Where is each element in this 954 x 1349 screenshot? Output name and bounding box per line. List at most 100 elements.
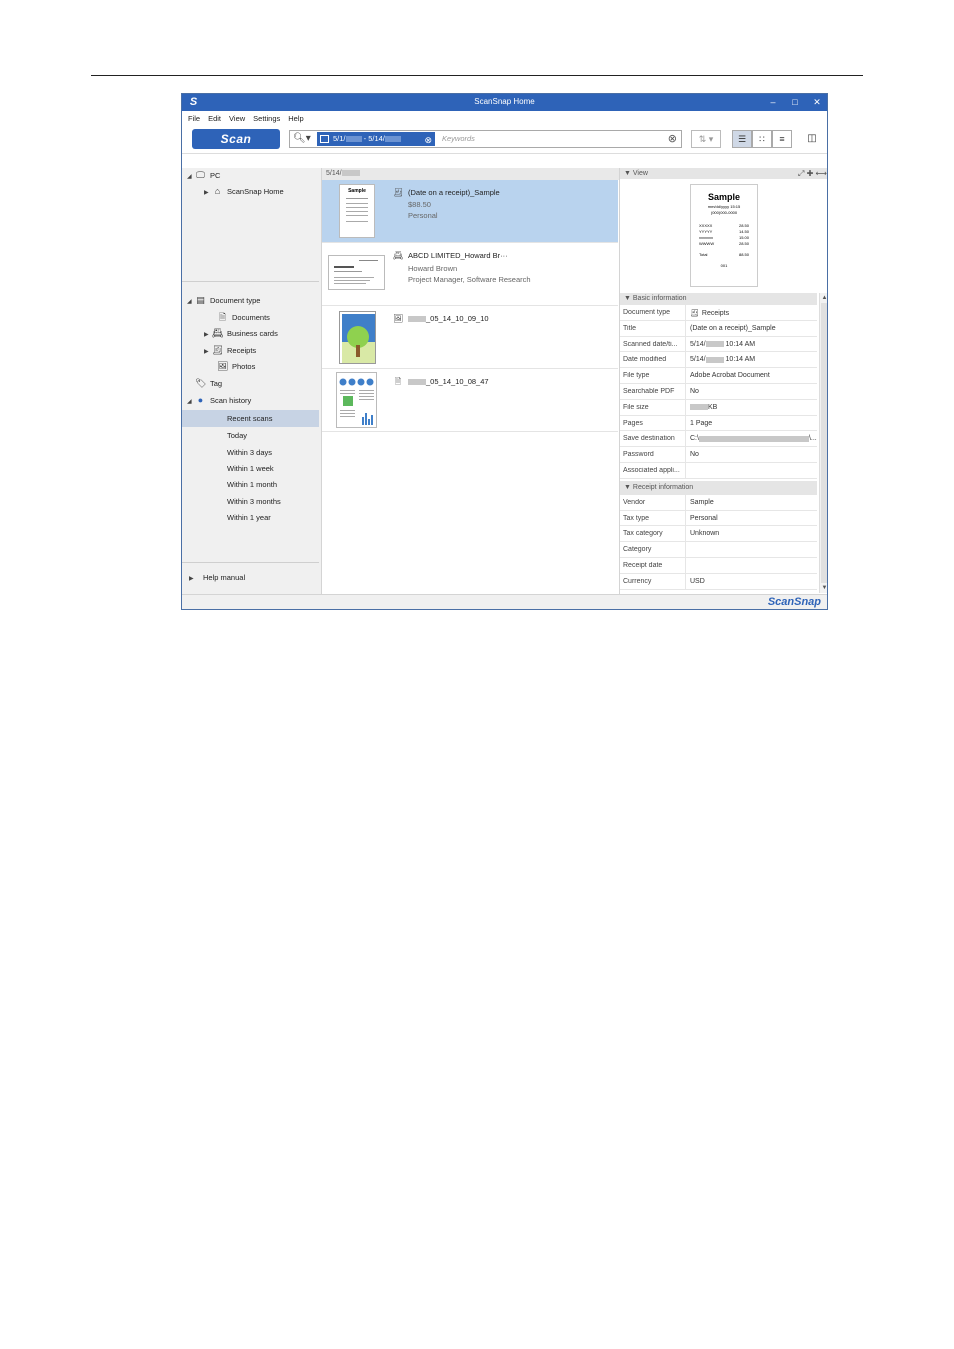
collapse-arrow-icon[interactable]: ▶ [189,573,197,586]
prop-row-currency[interactable]: Currency USD [620,573,817,590]
preview-lines: XXXXX 28.50 YYYYY 14.50 xxxxxxx 15.00 WWWW 2… [699,223,749,268]
history-within-3-days[interactable]: Within 3 days [227,446,272,459]
list-item[interactable]: Sample 🧾︎ (Date on a receipt)_Sample $88… [322,180,618,243]
tree-item-scan-history[interactable]: ◢ ● Scan history [187,394,251,407]
document-thumbnail[interactable] [336,372,377,428]
scan-button[interactable]: Scan [192,129,280,149]
keywords-input[interactable]: Keywords [442,134,475,143]
history-within-3-months[interactable]: Within 3 months [227,495,281,508]
status-bar: ScanSnap [182,594,827,609]
menu-help[interactable]: Help [288,114,303,123]
close-button[interactable]: ✕ [810,96,824,109]
scroll-down-icon[interactable]: ▼ [820,583,827,593]
computer-icon: 🖵︎ [196,170,205,180]
pane-divider [182,281,319,282]
title-bar: S ScanSnap Home – □ ✕ [182,94,827,111]
maximize-button[interactable]: □ [788,96,802,109]
tag-icon: 🏷︎ [195,378,207,388]
list-view-icon[interactable]: ☰ [732,130,752,148]
prop-row-title[interactable]: Title (Date on a receipt)_Sample [620,320,817,337]
date-from: 5/1/ [333,134,346,143]
collapse-triangle-icon[interactable]: ▼ [624,295,631,302]
tree-item-tag[interactable]: 🏷︎ Tag [195,377,222,390]
help-manual-link[interactable]: ▶ Help manual [189,571,245,584]
menu-settings[interactable]: Settings [253,114,280,123]
basic-info-header[interactable]: ▼ Basic information [620,293,817,305]
minimize-button[interactable]: – [766,96,780,109]
expand-arrow-icon[interactable]: ◢ [187,171,195,184]
history-recent-scans[interactable]: Recent scans [227,412,272,425]
prop-row-pages: Pages 1 Page [620,415,817,432]
details-view-icon[interactable]: ≡ [772,130,792,148]
photo-thumbnail[interactable] [339,311,376,364]
collapse-arrow-icon[interactable]: ▶ [204,187,212,200]
scroll-up-icon[interactable]: ▲ [820,293,827,303]
history-within-1-year[interactable]: Within 1 year [227,511,271,524]
history-within-1-month[interactable]: Within 1 month [227,478,277,491]
prop-row-password: Password No [620,447,817,463]
prop-row-date-modified: Date modified 5/14/ 10:14 AM [620,352,817,369]
prop-row-scanned-date: Scanned date/ti... 5/14/ 10:14 AM [620,336,817,353]
zoom-icon[interactable]: ✚ [807,169,814,178]
redacted-year [705,356,724,363]
preview-title: Sample [707,192,740,202]
home-icon: ⌂ [214,186,221,196]
clear-date-icon[interactable]: ⊗ [424,133,432,147]
business-card-icon: 📇︎ [393,251,404,260]
expand-arrow-icon[interactable]: ◢ [187,396,195,409]
expand-arrow-icon[interactable]: ◢ [187,296,195,309]
receipt-thumbnail[interactable]: Sample [339,184,375,238]
document-preview[interactable]: Sample mm/dd/yyyy 15:15 (000)000-0000 XX… [690,184,758,287]
fit-width-icon[interactable]: ⟷ [816,169,827,178]
prop-row-receipt-date[interactable]: Receipt date [620,557,817,574]
list-item[interactable]: 🖼︎ _05_14_10_09_10 [322,306,618,369]
history-within-1-week[interactable]: Within 1 week [227,462,274,475]
menu-file[interactable]: File [188,114,200,123]
item-title: _05_14_10_09_10 [408,314,489,323]
collapse-triangle-icon[interactable]: ▼ [624,170,631,177]
redacted-year [345,136,362,143]
date-range-filter[interactable]: 5/1/ - 5/14/ ⊗ [317,132,435,146]
prop-row-tax-type[interactable]: Tax type Personal [620,510,817,527]
fit-page-icon[interactable]: ⤢ [798,169,804,178]
history-today[interactable]: Today [227,429,247,442]
redacted-size [690,403,708,410]
tree-item-photos[interactable]: 🖼︎ Photos [217,360,255,373]
prop-row-category[interactable]: Category [620,542,817,558]
tree-item-scansnap-home[interactable]: ▶ ⌂ ScanSnap Home [204,185,284,198]
basic-information-section: ▼ Basic information Document type 🧾︎ Recei… [620,293,817,590]
receipt-info-header[interactable]: ▼ Receipt information [620,480,817,495]
item-contact-title: Project Manager, Software Research [408,275,531,284]
collapse-arrow-icon[interactable]: ▶ [204,346,212,359]
redacted-year [341,170,360,177]
scroll-thumb[interactable] [821,303,827,583]
prop-row-associated-app: Associated appli... [620,462,817,479]
thumbnail-view-icon[interactable]: ∷ [752,130,772,148]
tree-item-document-type[interactable]: ◢ ▤ Document type [187,294,260,307]
collapse-arrow-icon[interactable]: ▶ [204,329,212,342]
list-item[interactable]: 🗎︎ _05_14_10_08_47 [322,369,618,432]
tree-item-pc[interactable]: ◢ 🖵︎ PC [187,169,220,182]
date-to: 5/14/ [368,134,385,143]
details-scrollbar[interactable]: ▲ ▼ [819,293,827,593]
search-box[interactable]: 🔍︎▾ 5/1/ - 5/14/ ⊗ Keywords ⊗ [289,130,682,148]
list-item[interactable]: 📇︎ ABCD LIMITED_Howard Br··· Howard Brow… [322,243,618,306]
view-section-header[interactable]: ▼ View ⤢ ✚ ⟷ [620,168,827,179]
scan-history-icon: ● [197,395,204,405]
search-icon[interactable]: 🔍︎▾ [293,133,311,146]
item-amount: $88.50 [408,200,431,209]
menu-view[interactable]: View [229,114,245,123]
item-tax-type: Personal [408,211,438,220]
tree-item-business-cards[interactable]: ▶ 📇︎ Business cards [204,327,278,340]
details-pane: ▼ View ⤢ ✚ ⟷ Sample mm/dd/yyyy 15:15 (00… [620,168,827,594]
business-card-thumbnail[interactable] [328,255,385,290]
tree-item-receipts[interactable]: ▶ 🧾︎ Receipts [204,344,256,357]
sort-button[interactable]: ⇅ ▾ [691,130,721,148]
prop-row-tax-category[interactable]: Tax category Unknown [620,526,817,543]
menu-edit[interactable]: Edit [208,114,221,123]
tree-item-documents[interactable]: 🗎︎ Documents [217,311,270,324]
clear-search-icon[interactable]: ⊗ [668,132,677,145]
collapse-triangle-icon[interactable]: ▼ [624,484,631,491]
prop-row-vendor[interactable]: Vendor Sample [620,494,817,511]
toggle-panel-icon[interactable]: ◫ [802,130,822,148]
